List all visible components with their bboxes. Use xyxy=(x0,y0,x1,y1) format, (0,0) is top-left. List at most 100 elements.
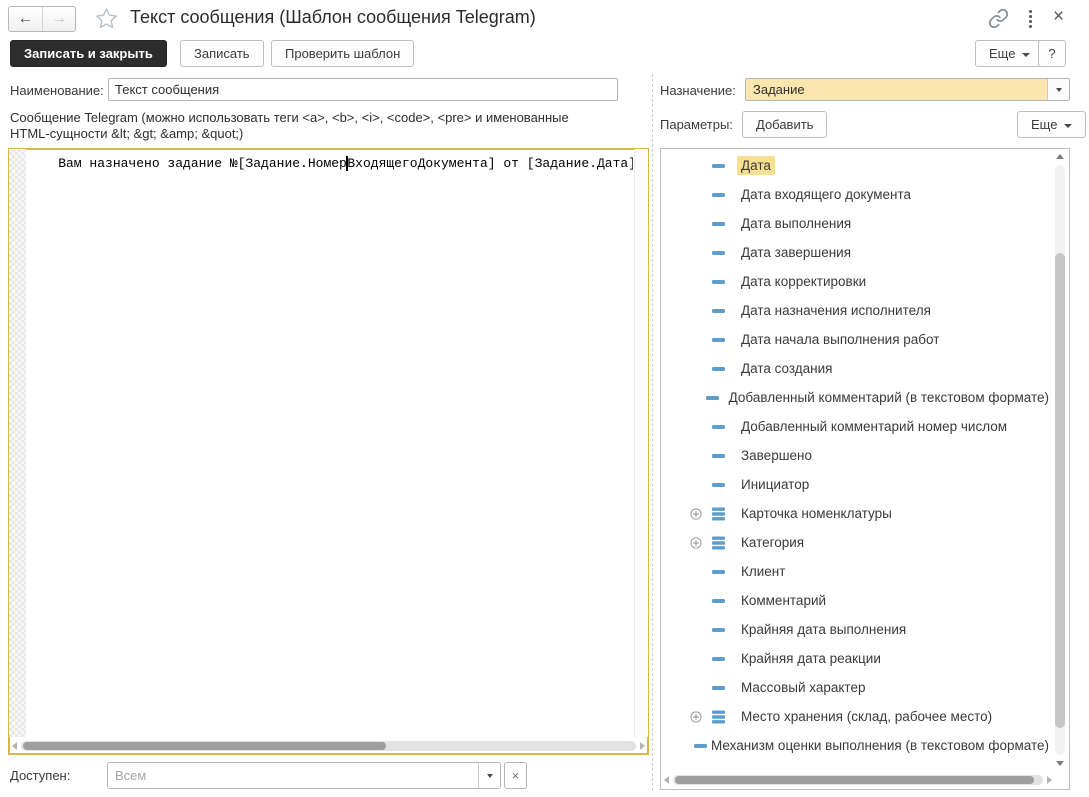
param-label: Дата выполнения xyxy=(737,214,855,233)
param-list-item[interactable]: Крайняя дата реакции xyxy=(662,644,1053,673)
editor-horizontal-scrollbar[interactable] xyxy=(12,739,645,753)
chevron-down-icon xyxy=(1056,88,1062,92)
hint-line-2: HTML-сущности &lt; &gt; &amp; &quot;) xyxy=(10,126,640,142)
access-clear-button[interactable]: × xyxy=(504,762,527,789)
scroll-up-icon[interactable] xyxy=(1056,154,1064,159)
parameter-dash-icon xyxy=(712,251,737,255)
param-label: Механизм оценки выполнения (в текстовом … xyxy=(707,736,1053,755)
param-list-item[interactable]: Добавленный комментарий (в текстовом фор… xyxy=(662,383,1053,412)
more-button-top[interactable]: Еще xyxy=(975,40,1044,67)
more-button-params[interactable]: Еще xyxy=(1017,111,1086,138)
editor-text-after-caret: ВходящегоДокумента] от [Задание.Дата] xyxy=(347,156,633,171)
editor-hscroll-thumb[interactable] xyxy=(23,742,386,750)
param-list-item[interactable]: Клиент xyxy=(662,557,1053,586)
access-input[interactable] xyxy=(108,763,478,788)
purpose-combo[interactable]: Задание xyxy=(745,78,1070,101)
params-vscroll-track[interactable] xyxy=(1055,165,1065,755)
back-button[interactable]: ← xyxy=(9,7,42,31)
params-vertical-scrollbar[interactable] xyxy=(1054,151,1067,769)
parameter-dash-icon xyxy=(712,628,737,632)
param-list-item[interactable]: Завершено xyxy=(662,441,1053,470)
access-combo[interactable] xyxy=(107,762,501,789)
param-label: Дата завершения xyxy=(737,243,855,262)
param-label: Дата назначения исполнителя xyxy=(737,301,935,320)
pane-splitter[interactable] xyxy=(652,74,653,791)
param-list-item[interactable]: Массовый характер xyxy=(662,673,1053,702)
more-params-label: Еще xyxy=(1031,117,1057,132)
expand-plus-icon[interactable] xyxy=(690,711,712,723)
scroll-left-icon[interactable] xyxy=(664,776,669,784)
param-list-item[interactable]: Комментарий xyxy=(662,586,1053,615)
param-label: Дата входящего документа xyxy=(737,185,915,204)
param-label: Добавленный комментарий (в текстовом фор… xyxy=(725,388,1053,407)
param-list-item[interactable]: Дата выполнения xyxy=(662,209,1053,238)
scroll-right-icon[interactable] xyxy=(1047,776,1052,784)
param-list-item[interactable]: Дата завершения xyxy=(662,238,1053,267)
parameter-dash-icon xyxy=(712,483,737,487)
param-list-item[interactable]: Категория xyxy=(662,528,1053,557)
param-label: Дата xyxy=(737,156,775,175)
chevron-down-icon xyxy=(1064,124,1072,128)
favorite-star-icon[interactable] xyxy=(95,7,118,29)
param-list-item[interactable]: Инициатор xyxy=(662,470,1053,499)
save-button[interactable]: Записать xyxy=(180,40,264,67)
editor-gutter xyxy=(9,149,26,737)
name-input[interactable] xyxy=(108,78,618,101)
parameter-dash-icon xyxy=(712,193,737,197)
param-list-item[interactable]: Карточка номенклатуры xyxy=(662,499,1053,528)
link-icon[interactable] xyxy=(988,8,1009,29)
more-button-label: Еще xyxy=(989,46,1015,61)
scroll-left-icon[interactable] xyxy=(12,742,17,750)
params-horizontal-scrollbar[interactable] xyxy=(664,773,1052,787)
access-dropdown-button[interactable] xyxy=(478,763,500,788)
catalog-icon xyxy=(712,507,737,521)
menu-dots-icon[interactable] xyxy=(1029,10,1033,28)
param-label: Комментарий xyxy=(737,591,830,610)
parameters-label: Параметры: xyxy=(660,117,733,132)
close-icon[interactable]: × xyxy=(1053,4,1064,30)
params-vscroll-thumb[interactable] xyxy=(1055,253,1065,728)
expand-plus-icon[interactable] xyxy=(690,537,712,549)
editor-content[interactable]: Вам назначено задание №[Задание.НомерВхо… xyxy=(27,149,633,737)
scroll-down-icon[interactable] xyxy=(1056,761,1064,766)
editor-hscroll-track[interactable] xyxy=(21,741,636,751)
parameter-dash-icon xyxy=(712,425,737,429)
message-text-editor[interactable]: Вам назначено задание №[Задание.НомерВхо… xyxy=(8,148,649,755)
param-list-item[interactable]: Добавленный комментарий номер числом xyxy=(662,412,1053,441)
param-list-item[interactable]: Механизм оценки выполнения (в текстовом … xyxy=(662,731,1053,760)
hint-line-1: Сообщение Telegram (можно использовать т… xyxy=(10,110,640,126)
param-list-item[interactable]: Место хранения (склад, рабочее место) xyxy=(662,702,1053,731)
param-label: Дата начала выполнения работ xyxy=(737,330,943,349)
param-list-item[interactable]: Крайняя дата выполнения xyxy=(662,615,1053,644)
parameter-dash-icon xyxy=(712,657,737,661)
param-list-item[interactable]: Дата начала выполнения работ xyxy=(662,325,1053,354)
parameter-dash-icon xyxy=(712,280,737,284)
save-and-close-button[interactable]: Записать и закрыть xyxy=(10,40,167,67)
parameter-dash-icon xyxy=(712,599,737,603)
editor-vertical-scrollbar[interactable] xyxy=(634,149,648,737)
param-list-item[interactable]: Дата создания xyxy=(662,354,1053,383)
add-parameter-button[interactable]: Добавить xyxy=(742,111,827,138)
param-list-item[interactable]: Дата входящего документа xyxy=(662,180,1053,209)
parameters-panel: Дата Дата входящего документа Дата выполне… xyxy=(660,148,1070,790)
expand-plus-icon[interactable] xyxy=(690,508,712,520)
purpose-dropdown-button[interactable] xyxy=(1047,79,1069,100)
param-label: Дата создания xyxy=(737,359,837,378)
parameters-list: Дата Дата входящего документа Дата выполне… xyxy=(662,151,1053,769)
catalog-icon xyxy=(712,710,737,724)
scroll-right-icon[interactable] xyxy=(640,742,645,750)
forward-button[interactable]: → xyxy=(42,7,75,31)
parameter-dash-icon xyxy=(712,309,737,313)
params-hscroll-track[interactable] xyxy=(673,775,1043,785)
history-nav: ← → xyxy=(8,6,76,32)
check-template-button[interactable]: Проверить шаблон xyxy=(271,40,414,67)
help-button[interactable]: ? xyxy=(1038,40,1066,67)
param-list-item[interactable]: Дата xyxy=(662,151,1053,180)
param-label: Добавленный комментарий номер числом xyxy=(737,417,1011,436)
params-hscroll-thumb[interactable] xyxy=(675,776,1034,784)
param-list-item[interactable]: Дата назначения исполнителя xyxy=(662,296,1053,325)
param-list-item[interactable]: Дата корректировки xyxy=(662,267,1053,296)
param-list-item[interactable]: Номер xyxy=(662,760,1053,769)
param-label: Категория xyxy=(737,533,808,552)
parameter-dash-icon xyxy=(712,164,737,168)
